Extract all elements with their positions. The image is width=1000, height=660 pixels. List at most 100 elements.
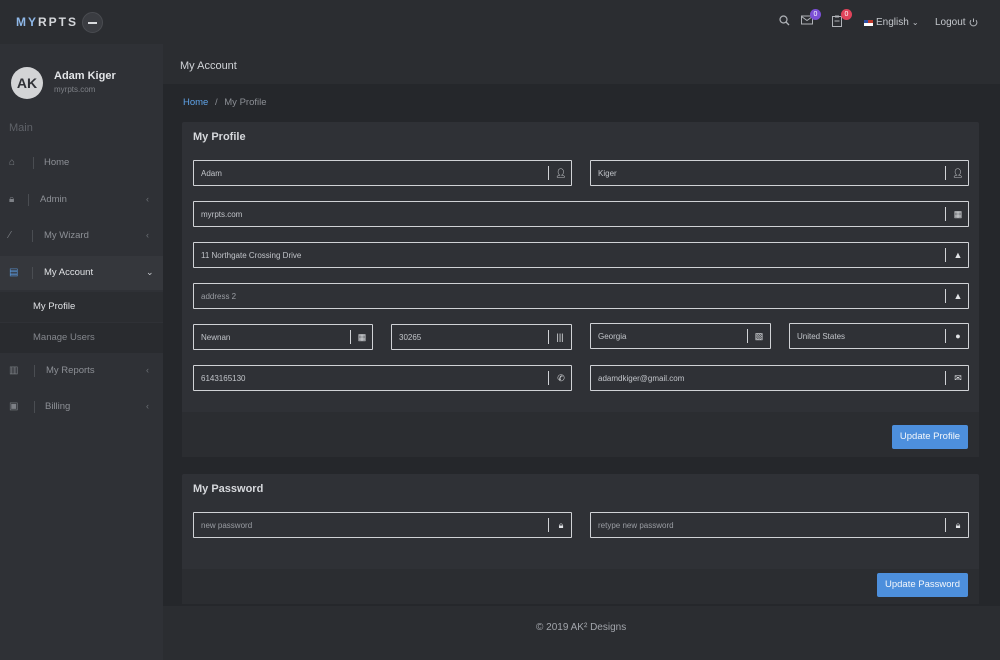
- retype-password-field[interactable]: retype new password 🔒︎: [590, 512, 969, 538]
- company-value: myrpts.com: [201, 210, 243, 219]
- retype-password-placeholder: retype new password: [598, 521, 674, 530]
- home-icon: ⌂: [9, 157, 16, 168]
- user-icon: 👤︎: [555, 168, 567, 178]
- app-logo[interactable]: MYRPTS: [16, 15, 78, 29]
- email-field[interactable]: adamdkiger@gmail.com ✉: [590, 365, 969, 391]
- language-label: English: [876, 17, 909, 28]
- breadcrumb-home-link[interactable]: Home: [183, 97, 208, 108]
- user-icon: 👤︎: [952, 168, 964, 178]
- nav-section-label: Main: [9, 122, 33, 134]
- country-field[interactable]: United States ●: [789, 323, 969, 349]
- language-selector[interactable]: English ⌄: [864, 17, 919, 28]
- sidebar-subitem-my-profile[interactable]: My Profile: [0, 292, 163, 322]
- mail-button[interactable]: 0: [801, 9, 821, 28]
- first-name-field[interactable]: Adam 👤︎: [193, 160, 572, 186]
- last-name-field[interactable]: Kiger 👤︎: [590, 160, 969, 186]
- chevron-left-icon: ‹: [146, 365, 149, 375]
- clipboard-icon: [832, 15, 842, 27]
- breadcrumb-current: My Profile: [224, 97, 267, 108]
- road-icon: ▲: [953, 291, 963, 301]
- envelope-icon: ✉: [954, 373, 962, 383]
- sidebar-item-my-wizard[interactable]: ⁄ My Wizard ‹: [0, 219, 163, 253]
- logout-label: Logout: [935, 17, 966, 28]
- sidebar-item-label: My Account: [44, 267, 94, 278]
- password-card-footer: [182, 569, 979, 604]
- sidebar-item-label: Admin: [40, 194, 67, 205]
- chevron-left-icon: ‹: [146, 230, 149, 240]
- sidebar-item-label: Home: [44, 157, 70, 168]
- sidebar-item-billing[interactable]: ▣ Billing ‹: [0, 390, 163, 424]
- company-field[interactable]: myrpts.com ▦: [193, 201, 969, 227]
- address2-placeholder: address 2: [201, 292, 237, 301]
- road-icon: ▲: [953, 250, 963, 260]
- chart-icon: ▥: [9, 365, 19, 376]
- sidebar-item-my-account[interactable]: ▤ My Account ⌄: [0, 256, 163, 290]
- sidebar-toggle-button[interactable]: [82, 12, 103, 33]
- chevron-down-icon: ⌄: [911, 18, 919, 27]
- mail-count-badge: 0: [810, 9, 821, 20]
- sidebar-item-label: My Reports: [46, 365, 95, 376]
- logout-button[interactable]: Logout: [935, 17, 978, 28]
- page-title: My Account: [180, 60, 237, 72]
- power-icon: [969, 18, 977, 27]
- address1-value: 11 Northgate Crossing Drive: [201, 251, 302, 260]
- phone-icon: ✆: [557, 373, 565, 383]
- first-name-value: Adam: [201, 169, 222, 178]
- tasks-button[interactable]: 0: [832, 9, 852, 30]
- lock-icon: 🔒︎: [955, 520, 961, 530]
- password-card-title: My Password: [193, 483, 264, 495]
- sidebar-item-label: My Wizard: [44, 230, 89, 241]
- sidebar: AK Adam Kiger myrpts.com Main ⌂ Home 🔒︎ …: [0, 44, 163, 660]
- breadcrumb: Home / My Profile: [183, 97, 267, 108]
- profile-card-footer: [182, 412, 979, 457]
- phone-value: 6143165130: [201, 374, 246, 383]
- sidebar-item-home[interactable]: ⌂ Home: [0, 146, 163, 180]
- globe-icon: ●: [955, 331, 961, 341]
- building-icon: ▦: [357, 332, 367, 342]
- last-name-value: Kiger: [598, 169, 617, 178]
- address1-field[interactable]: 11 Northgate Crossing Drive ▲: [193, 242, 969, 268]
- zip-value: 30265: [399, 333, 422, 342]
- search-icon: [779, 15, 790, 26]
- map-icon: ▧: [754, 331, 764, 341]
- user-name: Adam Kiger: [54, 70, 116, 82]
- money-icon: ▣: [9, 401, 19, 412]
- country-value: United States: [797, 332, 846, 341]
- zip-field[interactable]: 30265 |||: [391, 324, 572, 350]
- update-profile-button[interactable]: Update Profile: [892, 425, 968, 449]
- avatar[interactable]: AK: [11, 67, 43, 99]
- building-icon: ▦: [953, 209, 963, 219]
- new-password-field[interactable]: new password 🔒︎: [193, 512, 572, 538]
- minus-icon: [88, 21, 97, 24]
- email-value: adamdkiger@gmail.com: [598, 374, 685, 383]
- user-profile-panel: AK Adam Kiger myrpts.com: [0, 44, 163, 118]
- city-value: Newnan: [201, 333, 231, 342]
- city-field[interactable]: Newnan ▦: [193, 324, 373, 350]
- search-button[interactable]: [779, 15, 790, 29]
- sidebar-item-label: Billing: [45, 401, 71, 412]
- lock-icon: 🔒︎: [558, 520, 564, 530]
- account-icon: ▤: [9, 267, 19, 278]
- sidebar-subitem-manage-users[interactable]: Manage Users: [0, 323, 163, 353]
- chevron-left-icon: ‹: [146, 194, 149, 204]
- address2-field[interactable]: address 2 ▲: [193, 283, 969, 309]
- footer-copyright: © 2019 AK² Designs: [536, 622, 627, 633]
- user-site: myrpts.com: [54, 85, 96, 94]
- lock-icon: 🔒︎: [9, 194, 15, 205]
- chevron-left-icon: ‹: [146, 401, 149, 411]
- sidebar-item-my-reports[interactable]: ▥ My Reports ‹: [0, 354, 163, 388]
- barcode-icon: |||: [556, 332, 564, 342]
- profile-card-title: My Profile: [193, 131, 246, 143]
- chevron-down-icon: ⌄: [146, 267, 154, 277]
- password-card: My Password: [182, 474, 979, 604]
- update-password-button[interactable]: Update Password: [877, 573, 968, 597]
- sidebar-item-admin[interactable]: 🔒︎ Admin ‹: [0, 183, 163, 217]
- tasks-count-badge: 0: [841, 9, 852, 20]
- state-field[interactable]: Georgia ▧: [590, 323, 771, 349]
- new-password-placeholder: new password: [201, 521, 253, 530]
- wand-icon: ⁄: [9, 230, 11, 241]
- state-value: Georgia: [598, 332, 627, 341]
- phone-field[interactable]: 6143165130 ✆: [193, 365, 572, 391]
- breadcrumb-separator: /: [214, 97, 218, 108]
- top-bar: MYRPTS 0 0 English ⌄ Logout: [0, 0, 1000, 44]
